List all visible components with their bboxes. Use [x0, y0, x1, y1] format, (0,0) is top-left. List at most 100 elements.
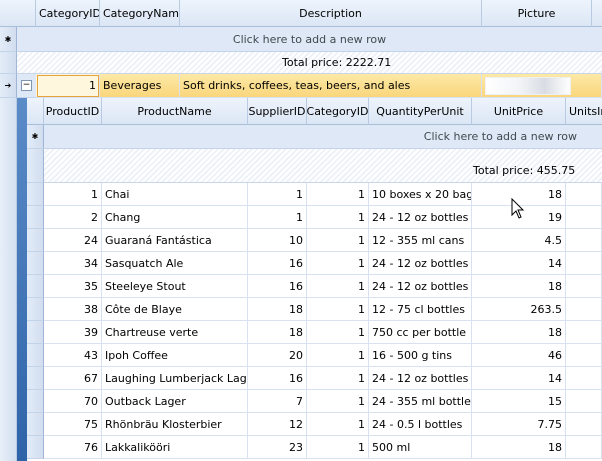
detail-col-unitsinstock[interactable]: UnitsIn: [566, 98, 602, 125]
cell-categoryid[interactable]: 1: [307, 298, 369, 321]
cell-categoryid[interactable]: 1: [307, 367, 369, 390]
detail-col-unitprice[interactable]: UnitPrice: [472, 98, 566, 125]
col-header-picture[interactable]: Picture: [482, 0, 592, 27]
col-header-categoryname[interactable]: CategoryName: [100, 0, 180, 27]
cell-categoryid[interactable]: 1: [307, 390, 369, 413]
cell-supplierid[interactable]: 18: [248, 321, 307, 344]
cell-productid[interactable]: 34: [44, 252, 102, 275]
row-indicator[interactable]: [27, 298, 44, 321]
cell-supplierid[interactable]: 18: [248, 298, 307, 321]
detail-col-productname[interactable]: ProductName: [102, 98, 248, 125]
row-indicator[interactable]: [27, 183, 44, 206]
cell-categoryid[interactable]: 1: [307, 344, 369, 367]
cell-productname[interactable]: Chai: [102, 183, 248, 206]
cell-supplierid[interactable]: 12: [248, 413, 307, 436]
row-indicator[interactable]: [27, 321, 44, 344]
cell-quantityperunit[interactable]: 24 - 12 oz bottles: [369, 367, 472, 390]
cell-unitprice[interactable]: 46: [472, 344, 566, 367]
cell-unitprice[interactable]: 18: [472, 321, 566, 344]
cell-categoryid[interactable]: 1: [307, 413, 369, 436]
cell-categoryid[interactable]: 1: [307, 275, 369, 298]
cell-categoryid[interactable]: 1: [307, 206, 369, 229]
cell-supplierid[interactable]: 16: [248, 367, 307, 390]
row-indicator[interactable]: [27, 344, 44, 367]
row-indicator[interactable]: [27, 390, 44, 413]
cell-quantityperunit[interactable]: 500 ml: [369, 436, 472, 459]
row-indicator[interactable]: [27, 436, 44, 459]
cell-quantityperunit[interactable]: 24 - 12 oz bottles: [369, 252, 472, 275]
cell-unitsinstock[interactable]: [566, 436, 602, 459]
detail-new-row[interactable]: Click here to add a new row: [44, 125, 602, 149]
col-header-categoryid[interactable]: CategoryID: [36, 0, 100, 27]
cell-quantityperunit[interactable]: 16 - 500 g tins: [369, 344, 472, 367]
cell-productid[interactable]: 38: [44, 298, 102, 321]
cell-quantityperunit[interactable]: 24 - 355 ml bottles: [369, 390, 472, 413]
master-cell-description[interactable]: Soft drinks, coffees, teas, beers, and a…: [180, 74, 482, 98]
cell-quantityperunit[interactable]: 12 - 355 ml cans: [369, 229, 472, 252]
cell-categoryid[interactable]: 1: [307, 436, 369, 459]
cell-productid[interactable]: 43: [44, 344, 102, 367]
cell-unitsinstock[interactable]: [566, 229, 602, 252]
master-cell-categoryname[interactable]: Beverages: [100, 74, 180, 98]
cell-productid[interactable]: 75: [44, 413, 102, 436]
row-indicator[interactable]: [27, 229, 44, 252]
cell-quantityperunit[interactable]: 12 - 75 cl bottles: [369, 298, 472, 321]
cell-unitprice[interactable]: 7.75: [472, 413, 566, 436]
cell-supplierid[interactable]: 1: [248, 183, 307, 206]
cell-productname[interactable]: Rhönbräu Klosterbier: [102, 413, 248, 436]
cell-supplierid[interactable]: 20: [248, 344, 307, 367]
cell-unitsinstock[interactable]: [566, 413, 602, 436]
cell-categoryid[interactable]: 1: [307, 252, 369, 275]
cell-unitsinstock[interactable]: [566, 252, 602, 275]
cell-supplierid[interactable]: 23: [248, 436, 307, 459]
cell-unitsinstock[interactable]: [566, 298, 602, 321]
cell-productid[interactable]: 24: [44, 229, 102, 252]
cell-productname[interactable]: Laughing Lumberjack Lager: [102, 367, 248, 390]
cell-unitsinstock[interactable]: [566, 367, 602, 390]
row-indicator[interactable]: [27, 206, 44, 229]
cell-productname[interactable]: Sasquatch Ale: [102, 252, 248, 275]
collapse-toggle[interactable]: −: [21, 80, 32, 91]
cell-unitprice[interactable]: 263.5: [472, 298, 566, 321]
cell-unitprice[interactable]: 15: [472, 390, 566, 413]
cell-productid[interactable]: 39: [44, 321, 102, 344]
cell-quantityperunit[interactable]: 10 boxes x 20 bags: [369, 183, 472, 206]
cell-productid[interactable]: 35: [44, 275, 102, 298]
detail-col-productid[interactable]: ProductID: [44, 98, 102, 125]
cell-unitsinstock[interactable]: [566, 344, 602, 367]
cell-unitprice[interactable]: 4.5: [472, 229, 566, 252]
cell-productid[interactable]: 70: [44, 390, 102, 413]
cell-unitsinstock[interactable]: [566, 183, 602, 206]
cell-unitprice[interactable]: 14: [472, 367, 566, 390]
cell-supplierid[interactable]: 10: [248, 229, 307, 252]
cell-productname[interactable]: Chang: [102, 206, 248, 229]
cell-productname[interactable]: Chartreuse verte: [102, 321, 248, 344]
detail-col-categoryid[interactable]: CategoryID: [307, 98, 369, 125]
cell-unitsinstock[interactable]: [566, 275, 602, 298]
master-cell-picture[interactable]: [482, 74, 602, 98]
cell-productname[interactable]: Steeleye Stout: [102, 275, 248, 298]
cell-productid[interactable]: 1: [44, 183, 102, 206]
cell-supplierid[interactable]: 16: [248, 252, 307, 275]
cell-productid[interactable]: 67: [44, 367, 102, 390]
detail-col-supplierid[interactable]: SupplierID: [248, 98, 307, 125]
row-indicator[interactable]: [27, 367, 44, 390]
row-indicator[interactable]: [27, 275, 44, 298]
cell-productid[interactable]: 2: [44, 206, 102, 229]
master-new-row[interactable]: Click here to add a new row: [17, 27, 602, 52]
cell-unitprice[interactable]: 18: [472, 275, 566, 298]
cell-quantityperunit[interactable]: 24 - 0.5 l bottles: [369, 413, 472, 436]
cell-unitsinstock[interactable]: [566, 206, 602, 229]
cell-supplierid[interactable]: 7: [248, 390, 307, 413]
cell-unitsinstock[interactable]: [566, 321, 602, 344]
cell-categoryid[interactable]: 1: [307, 229, 369, 252]
cell-productname[interactable]: Ipoh Coffee: [102, 344, 248, 367]
cell-categoryid[interactable]: 1: [307, 183, 369, 206]
cell-productname[interactable]: Côte de Blaye: [102, 298, 248, 321]
cell-productid[interactable]: 76: [44, 436, 102, 459]
cell-productname[interactable]: Lakkalikööri: [102, 436, 248, 459]
cell-supplierid[interactable]: 16: [248, 275, 307, 298]
cell-quantityperunit[interactable]: 24 - 12 oz bottles: [369, 206, 472, 229]
cell-categoryid[interactable]: 1: [307, 321, 369, 344]
cell-quantityperunit[interactable]: 24 - 12 oz bottles: [369, 275, 472, 298]
